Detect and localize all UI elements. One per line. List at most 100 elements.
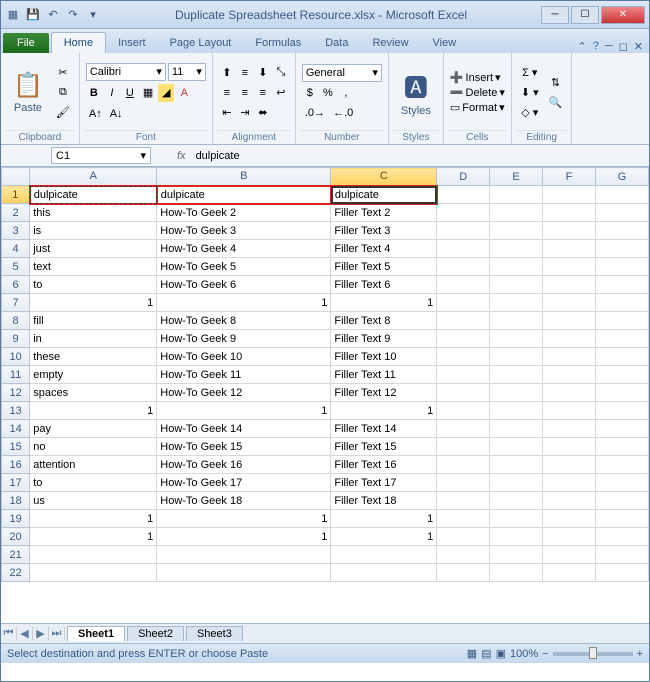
cell-G14[interactable] xyxy=(595,420,648,438)
cell-D8[interactable] xyxy=(437,312,490,330)
cell-A19[interactable]: 1 xyxy=(30,510,157,528)
cell-E13[interactable] xyxy=(490,402,543,420)
increase-decimal-icon[interactable]: .0→ xyxy=(302,104,328,122)
cell-E7[interactable] xyxy=(490,294,543,312)
row-header-19[interactable]: 19 xyxy=(2,510,30,528)
sheet-tab-sheet3[interactable]: Sheet3 xyxy=(186,626,243,641)
cut-icon[interactable]: ✂ xyxy=(53,64,73,82)
font-color-button[interactable]: A xyxy=(176,84,192,102)
row-header-21[interactable]: 21 xyxy=(2,546,30,564)
cell-A11[interactable]: empty xyxy=(30,366,157,384)
underline-button[interactable]: U xyxy=(122,84,138,102)
cell-G22[interactable] xyxy=(595,564,648,582)
tab-home[interactable]: Home xyxy=(51,32,106,53)
cell-F10[interactable] xyxy=(543,348,596,366)
close-button[interactable]: ✕ xyxy=(601,6,645,24)
cell-G6[interactable] xyxy=(595,276,648,294)
undo-icon[interactable]: ↶ xyxy=(45,7,61,23)
cell-A21[interactable] xyxy=(30,546,157,564)
column-header-D[interactable]: D xyxy=(437,168,490,186)
zoom-level[interactable]: 100% xyxy=(510,648,538,660)
cell-G4[interactable] xyxy=(595,240,648,258)
cell-G20[interactable] xyxy=(595,528,648,546)
cell-B8[interactable]: How-To Geek 8 xyxy=(157,312,331,330)
minimize-button[interactable]: ─ xyxy=(541,6,569,24)
cell-C7[interactable]: 1 xyxy=(331,294,437,312)
cell-B16[interactable]: How-To Geek 16 xyxy=(157,456,331,474)
cell-E11[interactable] xyxy=(490,366,543,384)
sheet-nav-last-icon[interactable]: ⏭ xyxy=(49,627,65,640)
cell-B11[interactable]: How-To Geek 11 xyxy=(157,366,331,384)
qat-dropdown-icon[interactable]: ▾ xyxy=(85,7,101,23)
cell-D11[interactable] xyxy=(437,366,490,384)
row-header-20[interactable]: 20 xyxy=(2,528,30,546)
paste-button[interactable]: 📋Paste xyxy=(7,69,49,116)
cell-F11[interactable] xyxy=(543,366,596,384)
row-header-12[interactable]: 12 xyxy=(2,384,30,402)
fx-icon[interactable]: fx xyxy=(171,150,192,162)
tab-file[interactable]: File xyxy=(3,33,49,53)
copy-icon[interactable]: ⧉ xyxy=(53,84,73,102)
view-layout-icon[interactable]: ▤ xyxy=(481,647,491,660)
border-button[interactable]: ▦ xyxy=(140,84,156,102)
cell-D17[interactable] xyxy=(437,474,490,492)
cell-G2[interactable] xyxy=(595,204,648,222)
cell-G21[interactable] xyxy=(595,546,648,564)
cell-C2[interactable]: Filler Text 2 xyxy=(331,204,437,222)
workbook-restore-icon[interactable]: ◻ xyxy=(619,40,628,53)
decrease-indent-icon[interactable]: ⇤ xyxy=(219,104,235,122)
cell-B17[interactable]: How-To Geek 17 xyxy=(157,474,331,492)
decrease-font-icon[interactable]: A↓ xyxy=(107,105,126,123)
cell-B3[interactable]: How-To Geek 3 xyxy=(157,222,331,240)
cell-B15[interactable]: How-To Geek 15 xyxy=(157,438,331,456)
cell-C4[interactable]: Filler Text 4 xyxy=(331,240,437,258)
sheet-nav-next-icon[interactable]: ▶ xyxy=(33,627,49,640)
row-header-3[interactable]: 3 xyxy=(2,222,30,240)
column-header-G[interactable]: G xyxy=(595,168,648,186)
decrease-decimal-icon[interactable]: ←.0 xyxy=(330,104,356,122)
cell-A6[interactable]: to xyxy=(30,276,157,294)
tab-data[interactable]: Data xyxy=(313,33,360,53)
cell-D7[interactable] xyxy=(437,294,490,312)
cell-E10[interactable] xyxy=(490,348,543,366)
styles-button[interactable]: 🅰Styles xyxy=(395,66,437,119)
cell-F2[interactable] xyxy=(543,204,596,222)
cell-G15[interactable] xyxy=(595,438,648,456)
sort-filter-icon[interactable]: ⇅ xyxy=(546,74,566,92)
bold-button[interactable]: B xyxy=(86,84,102,102)
cell-A2[interactable]: this xyxy=(30,204,157,222)
cell-C1[interactable]: dulpicate xyxy=(331,186,437,204)
cell-G5[interactable] xyxy=(595,258,648,276)
font-size-dropdown[interactable]: 11▾ xyxy=(168,63,206,81)
cell-A22[interactable] xyxy=(30,564,157,582)
cell-B22[interactable] xyxy=(157,564,331,582)
column-header-A[interactable]: A xyxy=(30,168,157,186)
workbook-close-icon[interactable]: ✕ xyxy=(634,40,643,53)
tab-review[interactable]: Review xyxy=(360,33,420,53)
minimize-ribbon-icon[interactable]: ⌃ xyxy=(578,40,587,53)
cell-C6[interactable]: Filler Text 6 xyxy=(331,276,437,294)
italic-button[interactable]: I xyxy=(104,84,120,102)
view-normal-icon[interactable]: ▦ xyxy=(467,647,477,660)
cell-D19[interactable] xyxy=(437,510,490,528)
cell-G16[interactable] xyxy=(595,456,648,474)
cell-C21[interactable] xyxy=(331,546,437,564)
cell-A3[interactable]: is xyxy=(30,222,157,240)
cell-F1[interactable] xyxy=(543,186,596,204)
cell-G18[interactable] xyxy=(595,492,648,510)
sheet-nav-first-icon[interactable]: ⏮ xyxy=(1,627,17,640)
align-left-icon[interactable]: ≡ xyxy=(219,84,235,102)
merge-icon[interactable]: ⬌ xyxy=(255,104,271,122)
row-header-10[interactable]: 10 xyxy=(2,348,30,366)
cell-A10[interactable]: these xyxy=(30,348,157,366)
cell-G10[interactable] xyxy=(595,348,648,366)
cell-A12[interactable]: spaces xyxy=(30,384,157,402)
cell-C11[interactable]: Filler Text 11 xyxy=(331,366,437,384)
cell-G9[interactable] xyxy=(595,330,648,348)
cell-C5[interactable]: Filler Text 5 xyxy=(331,258,437,276)
cell-G13[interactable] xyxy=(595,402,648,420)
align-right-icon[interactable]: ≡ xyxy=(255,84,271,102)
cell-D14[interactable] xyxy=(437,420,490,438)
row-header-15[interactable]: 15 xyxy=(2,438,30,456)
cell-D12[interactable] xyxy=(437,384,490,402)
